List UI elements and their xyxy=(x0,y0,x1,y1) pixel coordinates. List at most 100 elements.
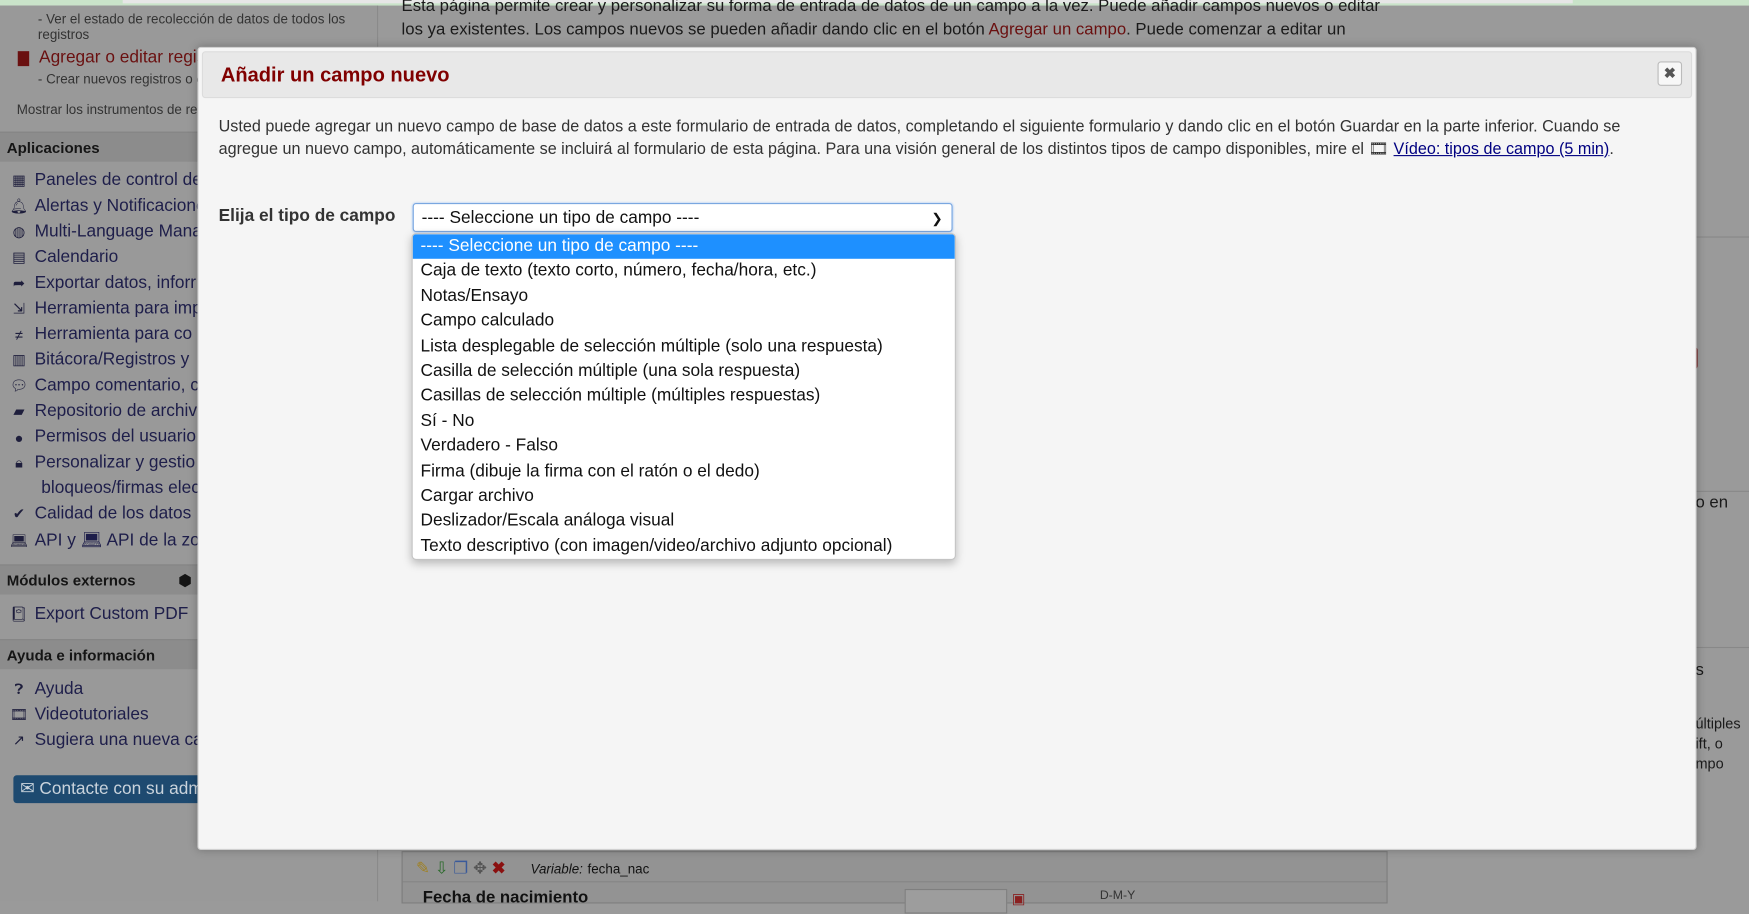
close-icon[interactable]: ✖ xyxy=(1657,61,1683,86)
sidebar-item-label: Repositorio de archiv xyxy=(34,401,197,421)
sidebar-item[interactable]: ❓︎ Ayuda xyxy=(9,679,84,699)
copy-icon[interactable]: ❐ xyxy=(453,859,468,878)
field-type-label: Elija el tipo de campo xyxy=(218,206,396,226)
sidebar-item-label: Alertas y Notificacione xyxy=(34,196,206,216)
right-text-frag: últiples xyxy=(1695,714,1741,732)
sidebar-item-label: Campo comentario, c xyxy=(34,375,199,395)
field-action-icons: ✎ ⇩ ❐ ✥ ✖ Variable: fecha_nac xyxy=(416,858,649,878)
sidebar-add-edit-records[interactable]: ▇ Agregar o editar regis xyxy=(13,48,205,68)
description-end: . xyxy=(1609,140,1614,159)
sidebar-item[interactable]: bloqueos/firmas elec xyxy=(41,479,200,499)
delete-icon[interactable]: ✖ xyxy=(492,859,506,878)
sidebar-item[interactable]: 🎞︎ Videotutoriales xyxy=(9,705,149,725)
sidebar-item[interactable]: 🔒︎ Personalizar y gestio xyxy=(9,453,195,473)
dropdown-option[interactable]: Texto descriptivo (con imagen/video/arch… xyxy=(413,534,955,559)
sidebar-item[interactable]: ◍ Multi-Language Mana xyxy=(9,222,202,242)
sidebar-item-label: Multi-Language Mana xyxy=(34,221,202,241)
dropdown-option[interactable]: Cargar archivo xyxy=(413,484,955,509)
comments-icon: 💬︎ xyxy=(9,377,29,394)
film-icon: 🎞︎ xyxy=(1368,140,1394,159)
sidebar-item[interactable]: ➦ Exportar datos, inforr xyxy=(9,273,196,293)
export-icon: ➦ xyxy=(12,274,26,292)
right-text-frag: mpo xyxy=(1695,755,1724,772)
video-field-types-link[interactable]: Vídeo: tipos de campo (5 min) xyxy=(1394,141,1610,159)
sidebar-item-label: Herramienta para imp xyxy=(34,298,202,318)
film-icon: 🎞︎ xyxy=(9,706,29,723)
dialog-title: Añadir un campo nuevo xyxy=(220,63,450,86)
contact-label: Contacte con su adm xyxy=(39,779,203,799)
log-icon: ▥ xyxy=(12,351,26,369)
dashboard-icon: ▦ xyxy=(12,171,26,189)
sidebar-item[interactable]: ▰ Repositorio de archiv xyxy=(9,402,197,422)
dialog-description: Usted puede agregar un nuevo campo de ba… xyxy=(219,116,1669,161)
pencil-icon[interactable]: ✎ xyxy=(416,859,430,878)
branching-icon[interactable]: ⇩ xyxy=(435,859,449,878)
dropdown-option[interactable]: Notas/Ensayo xyxy=(413,284,955,309)
globe-icon: ◍ xyxy=(12,223,26,240)
modules-header-label: Módulos externos xyxy=(6,572,136,589)
laptop-code-icon: 💻︎ xyxy=(9,531,29,549)
dropdown-option[interactable]: Deslizador/Escala análoga visual xyxy=(413,509,955,534)
right-text-frag: s xyxy=(1695,660,1704,680)
dropdown-option[interactable]: Firma (dibuje la firma con el ratón o el… xyxy=(413,459,955,484)
sidebar-item[interactable]: ✔ Calidad de los datos xyxy=(9,504,191,524)
sidebar-item-label: Videotutoriales xyxy=(34,704,149,724)
sidebar-item[interactable]: ▦ Paneles de control de xyxy=(9,171,202,191)
dropdown-option[interactable]: Campo calculado xyxy=(413,309,955,334)
sidebar-item[interactable]: 💻︎ API y 💻︎ API de la zo xyxy=(9,530,200,551)
bell-icon: 🔔︎ xyxy=(9,197,29,215)
field-label: Fecha de nacimiento xyxy=(422,887,589,907)
dropdown-option[interactable]: Verdadero - Falso xyxy=(413,434,955,459)
sidebar-item-label: Exportar datos, inforr xyxy=(34,273,197,293)
sidebar-item[interactable]: ↗ Sugiera una nueva ca xyxy=(9,731,203,751)
add-field-link[interactable]: Agregar un campo xyxy=(988,20,1126,39)
sidebar-item[interactable]: 💬︎ Campo comentario, c xyxy=(9,376,199,396)
sidebar-item-label: Permisos del usuario xyxy=(34,427,197,447)
dropdown-option[interactable]: Sí - No xyxy=(413,409,955,434)
intro-line-1: Esta página permite crear y personalizar… xyxy=(401,0,1380,16)
select-value: ---- Seleccione un tipo de campo ---- xyxy=(421,208,700,228)
dropdown-option[interactable]: Caja de texto (texto corto, número, fech… xyxy=(413,259,955,284)
move-icon[interactable]: ✥ xyxy=(473,859,487,878)
right-text-frag: o en xyxy=(1695,493,1729,512)
calendar-icon[interactable]: ▣ xyxy=(1012,890,1026,908)
user-icon: ● xyxy=(14,428,24,446)
pdf-book-icon: 📔︎ xyxy=(9,605,29,623)
date-input[interactable] xyxy=(904,888,1008,914)
dialog-header: Añadir un campo nuevo ✖ xyxy=(201,51,1693,99)
dropdown-option[interactable]: Casillas de selección múltiple (múltiple… xyxy=(413,384,955,409)
clipboard-check-icon: ✔ xyxy=(12,505,26,523)
share-icon: ↗ xyxy=(12,731,26,749)
sidebar-item-label: Calidad de los datos xyxy=(34,504,192,524)
sidebar-item-label: Paneles de control de xyxy=(34,170,202,190)
sidebar-item-label: Export Custom PDF xyxy=(34,604,189,624)
sidebar-item[interactable]: ▤ Calendario xyxy=(9,248,118,268)
app-stage: - Ver el estado de recolección de datos … xyxy=(0,0,1749,914)
sidebar-item[interactable]: ▥ Bitácora/Registros y xyxy=(9,350,189,370)
sidebar-item[interactable]: 🔔︎ Alertas y Notificacione xyxy=(9,196,206,216)
envelope-icon: ✉ xyxy=(20,779,40,799)
chevron-down-icon: ❯ xyxy=(931,210,943,227)
right-text-frag: ift, o xyxy=(1695,735,1723,752)
intro-text: los ya existentes. Los campos nuevos se … xyxy=(401,20,989,40)
sidebar-item[interactable]: ≠ Herramienta para co xyxy=(9,325,192,345)
dropdown-option[interactable]: Casilla de selección múltiple (una sola … xyxy=(413,359,955,384)
sidebar-item[interactable]: ● Permisos del usuario xyxy=(9,427,196,447)
sidebar-item-label: Bitácora/Registros y xyxy=(34,350,190,370)
field-type-select[interactable]: ---- Seleccione un tipo de campo ---- ❯ xyxy=(412,203,953,233)
sidebar-item-label: API y 💻︎ API de la zo xyxy=(34,530,200,550)
dropdown-option[interactable]: Lista desplegable de selección múltiple … xyxy=(413,334,955,359)
show-instruments-link[interactable]: Mostrar los instrumentos de re xyxy=(17,102,198,118)
sidebar-item-label: Agregar o editar regis xyxy=(39,47,206,67)
sidebar-item-label: Sugiera una nueva ca xyxy=(34,730,203,750)
sidebar-item-label: Calendario xyxy=(34,247,119,267)
cube-icon: ⬢ xyxy=(178,572,192,589)
sidebar-item[interactable]: ⇲ Herramienta para imp xyxy=(9,299,202,319)
status-subtext: - Ver el estado de recolección de datos … xyxy=(37,11,346,43)
sidebar-item[interactable]: 📔︎ Export Custom PDF xyxy=(9,604,189,625)
intro-text-end: . Puede comenzar a editar un xyxy=(1126,20,1346,40)
sidebar-item-label: Ayuda xyxy=(34,679,84,699)
dropdown-option[interactable]: ---- Seleccione un tipo de campo ---- xyxy=(412,234,955,260)
folder-icon: ▰ xyxy=(13,402,25,420)
sidebar-item-label: bloqueos/firmas elec xyxy=(41,478,200,498)
